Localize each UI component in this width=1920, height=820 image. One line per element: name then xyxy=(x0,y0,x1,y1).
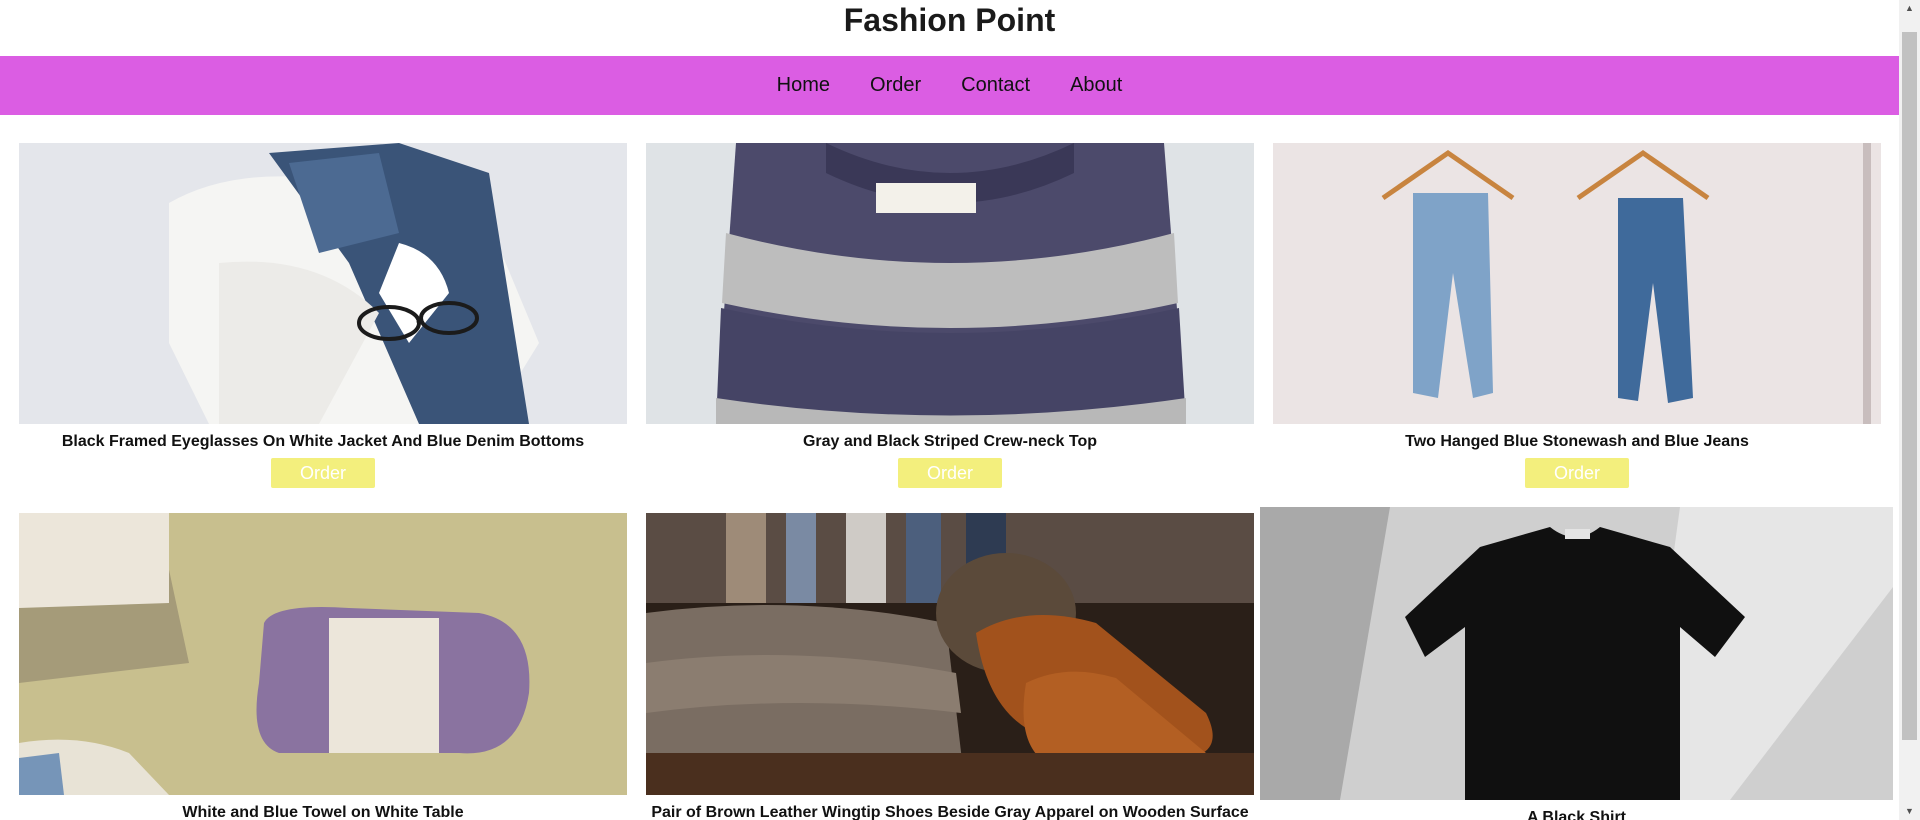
nav-link-contact[interactable]: Contact xyxy=(961,74,1030,97)
product-card: A Black Shirt xyxy=(1260,507,1893,820)
site-title: Fashion Point xyxy=(843,2,1056,38)
product-image-leather-shoes xyxy=(646,513,1254,795)
scroll-up-arrow-icon[interactable]: ▲ xyxy=(1899,0,1920,17)
product-caption: Pair of Brown Leather Wingtip Shoes Besi… xyxy=(651,804,1249,820)
navbar: Home Order Contact About xyxy=(0,56,1899,115)
product-caption: Two Hanged Blue Stonewash and Blue Jeans xyxy=(1405,433,1749,450)
product-card: Black Framed Eyeglasses On White Jacket … xyxy=(19,143,627,488)
nav-link-order[interactable]: Order xyxy=(870,74,921,97)
order-button[interactable]: Order xyxy=(271,458,375,488)
vertical-scrollbar[interactable]: ▲ ▼ xyxy=(1899,0,1920,820)
product-caption: Gray and Black Striped Crew-neck Top xyxy=(802,433,1097,450)
order-button[interactable]: Order xyxy=(898,458,1002,488)
page: Fashion Point Home Order Contact About B… xyxy=(0,0,1920,820)
product-caption: White and Blue Towel on White Table xyxy=(182,804,464,820)
product-image-striped-sweater xyxy=(646,143,1254,424)
scroll-down-arrow-icon[interactable]: ▼ xyxy=(1899,803,1920,820)
product-image-black-shirt xyxy=(1260,507,1893,800)
product-card: Pair of Brown Leather Wingtip Shoes Besi… xyxy=(646,513,1254,820)
product-card: White and Blue Towel on White Table xyxy=(19,513,627,820)
nav-link-home[interactable]: Home xyxy=(777,74,830,97)
product-image-hanging-jeans xyxy=(1273,143,1881,424)
product-caption: Black Framed Eyeglasses On White Jacket … xyxy=(61,433,585,450)
product-image-eyeglasses-jacket-denim xyxy=(19,143,627,424)
order-button[interactable]: Order xyxy=(1525,458,1629,488)
nav-link-about[interactable]: About xyxy=(1070,74,1122,97)
scroll-thumb[interactable] xyxy=(1902,32,1917,740)
product-image-rolled-towels xyxy=(19,513,627,795)
product-card: Gray and Black Striped Crew-neck Top Ord… xyxy=(646,143,1254,488)
product-caption: A Black Shirt xyxy=(1527,809,1626,820)
product-card: Two Hanged Blue Stonewash and Blue Jeans… xyxy=(1273,143,1881,488)
